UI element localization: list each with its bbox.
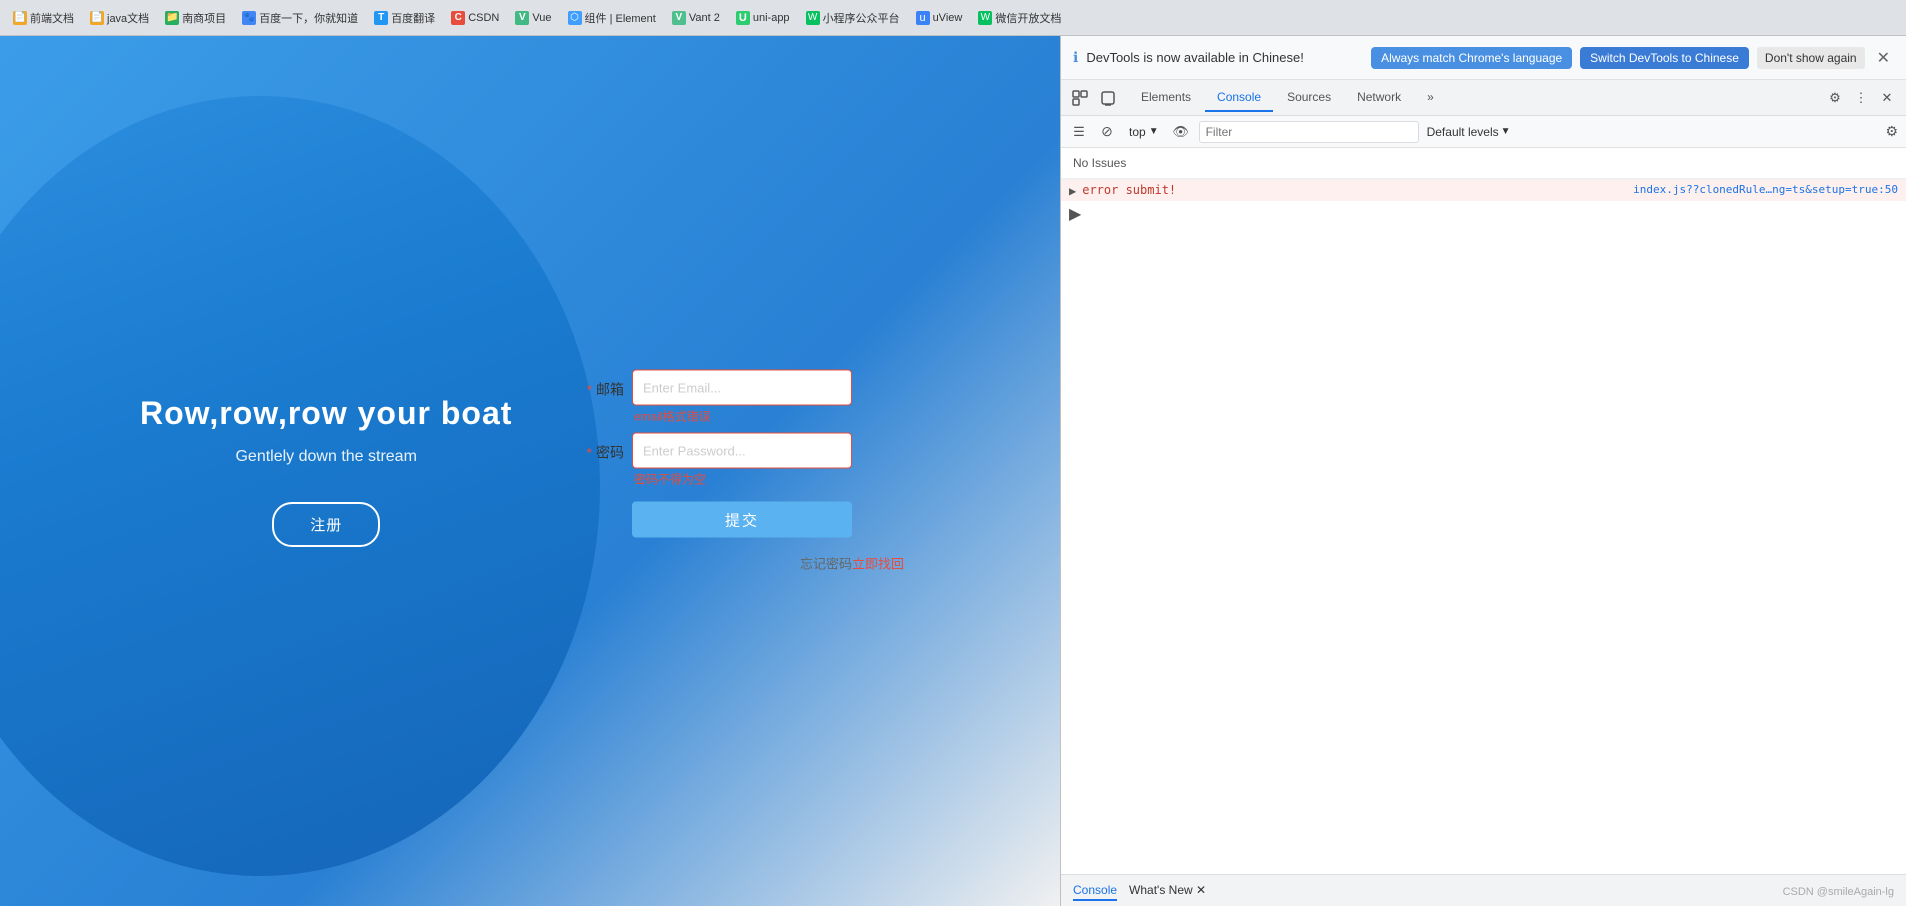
bookmark-label: CSDN	[468, 12, 499, 24]
bookmark-list: 📄 前端文档 📄 java文档 📁 南商项目 🐾 百度一下，你就知道 T 百度翻…	[8, 8, 1066, 28]
console-log-text: error submit!	[1082, 183, 1633, 197]
console-error-row: ▶ error submit! index.js??clonedRule…ng=…	[1061, 179, 1906, 201]
tab-console[interactable]: Console	[1205, 84, 1273, 112]
bookmark-uniapp[interactable]: U uni-app	[731, 9, 795, 27]
bookmark-label: 南商项目	[182, 10, 226, 26]
blue-background: Row,row,row your boat Gentlely down the …	[0, 36, 1060, 906]
bookmark-label: uni-app	[753, 12, 790, 24]
clear-console-icon[interactable]: ⊘	[1097, 122, 1117, 142]
devtools-more-icon[interactable]: ⋮	[1850, 87, 1872, 109]
bottom-tab-whats-new[interactable]: What's New ✕	[1129, 881, 1206, 901]
bookmark-wechat-docs[interactable]: W 微信开放文档	[973, 8, 1066, 28]
devtools-bottom-bar: Console What's New ✕	[1061, 874, 1906, 906]
bookmark-label: uView	[933, 12, 963, 24]
default-levels-label: Default levels	[1427, 125, 1499, 139]
console-content: No Issues ▶ error submit! index.js??clon…	[1061, 148, 1906, 874]
console-log-source[interactable]: index.js??clonedRule…ng=ts&setup=true:50	[1633, 183, 1898, 196]
bottom-tab-console[interactable]: Console	[1073, 881, 1117, 901]
watermark: CSDN @smileAgain-lg	[1783, 886, 1894, 898]
devtools-settings-icon[interactable]: ⚙	[1824, 87, 1846, 109]
devtools-inspect-icon[interactable]	[1069, 87, 1091, 109]
bookmark-csdn[interactable]: C CSDN	[446, 9, 504, 27]
email-row: * 邮箱 email格式错误	[580, 370, 980, 425]
devtools-close-icon[interactable]: ✕	[1876, 87, 1898, 109]
forgot-prefix: 忘记密码	[800, 557, 852, 572]
password-label: * 密码	[580, 433, 632, 463]
match-language-button[interactable]: Always match Chrome's language	[1371, 47, 1572, 69]
devtools-notification: ℹ DevTools is now available in Chinese! …	[1061, 36, 1906, 80]
bookmark-vant[interactable]: V Vant 2	[667, 9, 725, 27]
default-levels-arrow: ▼	[1501, 126, 1511, 137]
app-subtitle: Gentlely down the stream	[140, 448, 512, 466]
submit-button[interactable]: 提交	[632, 502, 852, 538]
no-issues-text: No Issues	[1061, 152, 1906, 179]
switch-chinese-button[interactable]: Switch DevTools to Chinese	[1580, 47, 1749, 69]
devtools-device-icon[interactable]	[1097, 87, 1119, 109]
password-required-mark: *	[587, 445, 592, 461]
email-input[interactable]	[632, 370, 852, 406]
bookmark-java-docs[interactable]: 📄 java文档	[85, 8, 154, 28]
email-input-wrap: email格式错误	[632, 370, 980, 425]
forgot-row: 忘记密码立即找回	[632, 554, 904, 573]
bookmark-element[interactable]: ⬡ 组件 | Element	[563, 8, 661, 28]
notification-close-button[interactable]: ✕	[1873, 48, 1894, 68]
bookmark-frontend-docs[interactable]: 📄 前端文档	[8, 8, 79, 28]
default-levels-select[interactable]: Default levels ▼	[1427, 125, 1511, 139]
devtools-right-icons: ⚙ ⋮ ✕	[1824, 87, 1898, 109]
expand-icon[interactable]: ▶	[1069, 183, 1076, 198]
login-form: * 邮箱 email格式错误 * 密码	[580, 370, 980, 573]
bookmark-label: java文档	[107, 10, 149, 26]
top-context-select[interactable]: top ▼	[1125, 123, 1163, 141]
password-error: 密码不得为空	[632, 471, 980, 488]
bookmark-nanshang[interactable]: 📁 南商项目	[160, 8, 231, 28]
notify-text: DevTools is now available in Chinese!	[1086, 50, 1363, 65]
forgot-link[interactable]: 立即找回	[852, 557, 904, 572]
bookmark-uview[interactable]: u uView	[911, 9, 968, 27]
devtools-tabs-bar: Elements Console Sources Network » ⚙ ⋮ ✕	[1061, 80, 1906, 116]
email-required-mark: *	[587, 382, 592, 398]
password-input-wrap: 密码不得为空	[632, 433, 980, 488]
tab-sources[interactable]: Sources	[1275, 84, 1343, 112]
app-title: Row,row,row your boat	[140, 395, 512, 432]
console-filter-input[interactable]	[1199, 121, 1419, 143]
tab-more[interactable]: »	[1415, 84, 1446, 112]
bookmark-label: 前端文档	[30, 10, 74, 26]
left-content: Row,row,row your boat Gentlely down the …	[140, 395, 512, 547]
email-label: * 邮箱	[580, 370, 632, 400]
bookmark-label: 百度一下，你就知道	[259, 10, 358, 26]
bookmark-label: 组件 | Element	[585, 10, 656, 26]
bookmark-miniprogram[interactable]: W 小程序公众平台	[801, 8, 905, 28]
tab-network[interactable]: Network	[1345, 84, 1413, 112]
main-layout: Row,row,row your boat Gentlely down the …	[0, 36, 1906, 906]
email-error: email格式错误	[632, 408, 980, 425]
devtools-panel: ℹ DevTools is now available in Chinese! …	[1060, 36, 1906, 906]
top-dropdown-arrow: ▼	[1149, 126, 1159, 137]
eye-icon[interactable]: 👁	[1171, 122, 1191, 142]
console-log-child-expand[interactable]: ▶	[1061, 201, 1906, 227]
tab-elements[interactable]: Elements	[1129, 84, 1203, 112]
bookmark-baidu[interactable]: 🐾 百度一下，你就知道	[237, 8, 363, 28]
bookmark-baidu-translate[interactable]: T 百度翻译	[369, 8, 440, 28]
password-row: * 密码 密码不得为空	[580, 433, 980, 488]
bookmark-label: Vant 2	[689, 12, 720, 24]
app-panel: Row,row,row your boat Gentlely down the …	[0, 36, 1060, 906]
sidebar-toggle-icon[interactable]: ☰	[1069, 122, 1089, 142]
bookmark-label: Vue	[532, 12, 551, 24]
info-icon: ℹ	[1073, 49, 1078, 66]
register-button[interactable]: 注册	[272, 502, 380, 547]
top-label: top	[1129, 125, 1146, 139]
password-input[interactable]	[632, 433, 852, 469]
dont-show-again-button[interactable]: Don't show again	[1757, 47, 1865, 69]
bookmark-label: 小程序公众平台	[823, 10, 900, 26]
bookmark-label: 百度翻译	[391, 10, 435, 26]
bookmark-vue[interactable]: V Vue	[510, 9, 556, 27]
console-settings-icon[interactable]: ⚙	[1885, 123, 1898, 140]
bookmark-label: 微信开放文档	[995, 10, 1061, 26]
bookmarks-bar: 📄 前端文档 📄 java文档 📁 南商项目 🐾 百度一下，你就知道 T 百度翻…	[0, 0, 1906, 36]
console-toolbar: ☰ ⊘ top ▼ 👁 Default levels ▼ ⚙	[1061, 116, 1906, 148]
